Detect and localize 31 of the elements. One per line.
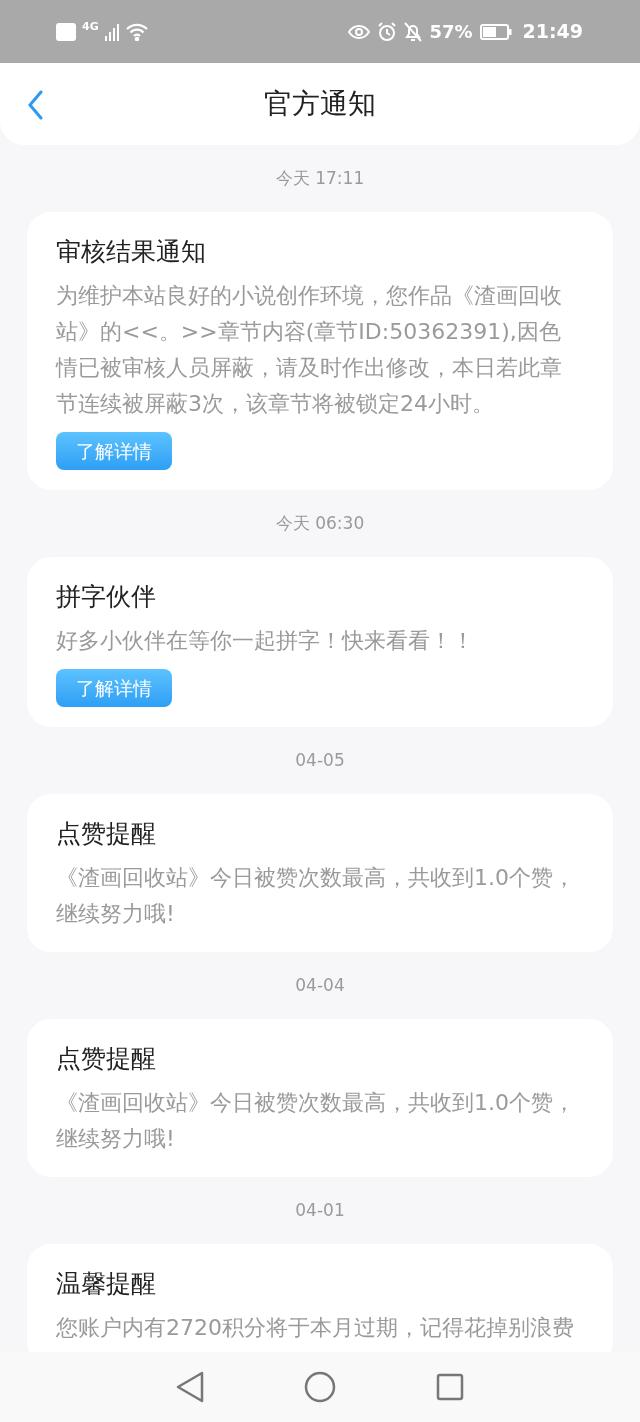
timestamp: 今天 06:30 bbox=[275, 511, 365, 535]
timestamp: 今天 17:11 bbox=[275, 166, 365, 190]
wifi-icon bbox=[124, 22, 149, 41]
battery-percent: 57% bbox=[429, 20, 473, 44]
clock: 21:49 bbox=[522, 19, 583, 45]
notice-title: 温馨提醒 bbox=[56, 1268, 157, 1300]
notice-title: 点赞提醒 bbox=[56, 818, 157, 850]
battery-icon bbox=[479, 23, 512, 40]
muted-bell-icon bbox=[404, 21, 423, 42]
notice-body: 《渣画回收站》今日被赞次数最高，共收到1.0个赞，继续努力哦! bbox=[56, 1089, 576, 1153]
notice-title: 审核结果通知 bbox=[56, 236, 207, 268]
alarm-icon bbox=[377, 21, 398, 42]
notice-title: 点赞提醒 bbox=[56, 1043, 157, 1075]
network-label: 4G bbox=[82, 18, 99, 35]
notice-body: 《渣画回收站》今日被赞次数最高，共收到1.0个赞，继续努力哦! bbox=[56, 864, 576, 928]
back-triangle-icon[interactable] bbox=[176, 1371, 204, 1403]
home-circle-icon[interactable] bbox=[304, 1371, 336, 1403]
timestamp: 04-05 bbox=[295, 748, 345, 772]
notice-body: 您账户内有2720积分将于本月过期，记得花掉别浪费 bbox=[56, 1314, 575, 1342]
notice-title: 拼字伙伴 bbox=[56, 581, 157, 613]
notice-body: 为维护本站良好的小说创作环境，您作品《渣画回收站》的<<。>>章节内容(章节ID:50362391),因色情已被审核人员屏蔽，请及时作出修改，本日若此章节连续被屏蔽3次，该章节将被锁定24小时。 bbox=[56, 282, 563, 418]
notice-body: 好多小伙伴在等你一起拼字！快来看看！！ bbox=[56, 627, 475, 655]
eye-icon bbox=[348, 23, 371, 40]
back-icon bbox=[27, 90, 43, 120]
timestamp: 04-04 bbox=[295, 973, 345, 997]
details-button[interactable]: 了解详情 bbox=[56, 432, 172, 470]
recents-square-icon[interactable] bbox=[436, 1373, 464, 1401]
timestamp: 04-01 bbox=[295, 1198, 345, 1222]
page-title: 官方通知 bbox=[264, 86, 376, 122]
signal-icon bbox=[104, 22, 119, 41]
details-button[interactable]: 了解详情 bbox=[56, 669, 172, 707]
